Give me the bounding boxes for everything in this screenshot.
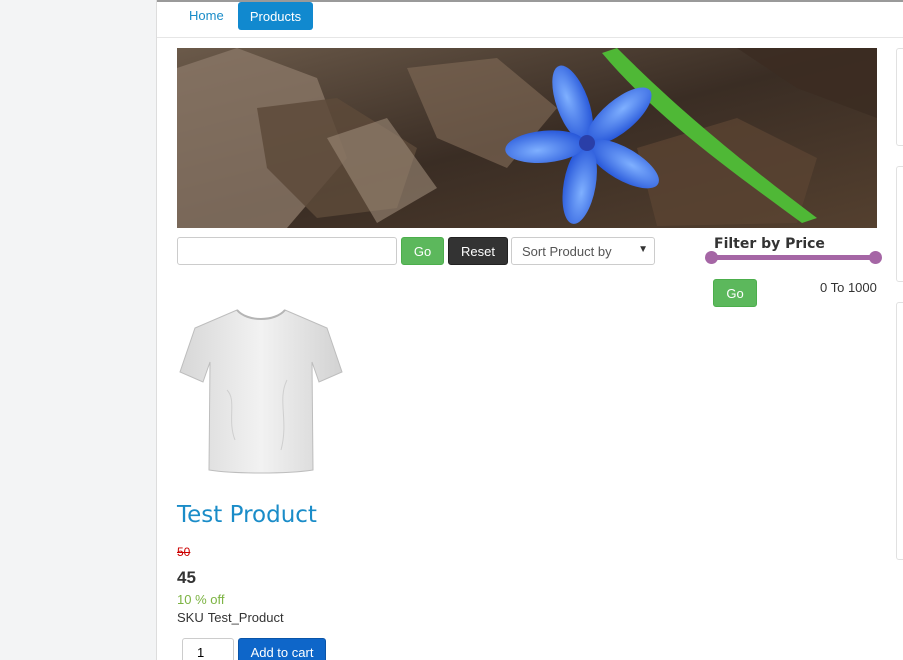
new-price: 45	[177, 568, 196, 587]
page: Home Products Go Reset Sort Product by ▼…	[0, 0, 903, 660]
discount-label: 10 % off	[177, 592, 225, 607]
sku-label: SKU	[177, 610, 204, 625]
product-image[interactable]	[177, 300, 345, 480]
sort-select[interactable]: Sort Product by ▼	[511, 237, 655, 265]
banner-image	[177, 48, 877, 228]
sku-value: Test_Product	[207, 610, 284, 625]
nav-products-tab[interactable]: Products	[238, 2, 313, 30]
reset-button[interactable]: Reset	[448, 237, 508, 265]
price-range-text: 0 To 1000	[820, 280, 877, 295]
filter-title: Filter by Price	[714, 236, 825, 252]
caret-down-icon: ▼	[638, 244, 648, 255]
search-input[interactable]	[177, 237, 397, 265]
add-to-cart-button[interactable]: Add to cart	[238, 638, 326, 660]
price-slider-track[interactable]	[711, 255, 876, 260]
right-card	[896, 166, 903, 282]
sku: SKU Test_Product	[177, 610, 284, 625]
search-go-button[interactable]: Go	[401, 237, 444, 265]
price-slider-max-handle[interactable]	[869, 251, 882, 264]
right-card	[896, 48, 903, 146]
left-sidebar	[0, 0, 157, 660]
old-price: 50	[177, 545, 191, 559]
sort-select-label: Sort Product by	[522, 244, 612, 259]
product-title-link[interactable]: Test Product	[177, 502, 317, 528]
nav-home-link[interactable]: Home	[189, 8, 224, 23]
filter-go-button[interactable]: Go	[713, 279, 757, 307]
top-nav: Home Products	[157, 2, 903, 38]
quantity-input[interactable]: 1	[182, 638, 234, 660]
price-slider-min-handle[interactable]	[705, 251, 718, 264]
right-card	[896, 302, 903, 560]
